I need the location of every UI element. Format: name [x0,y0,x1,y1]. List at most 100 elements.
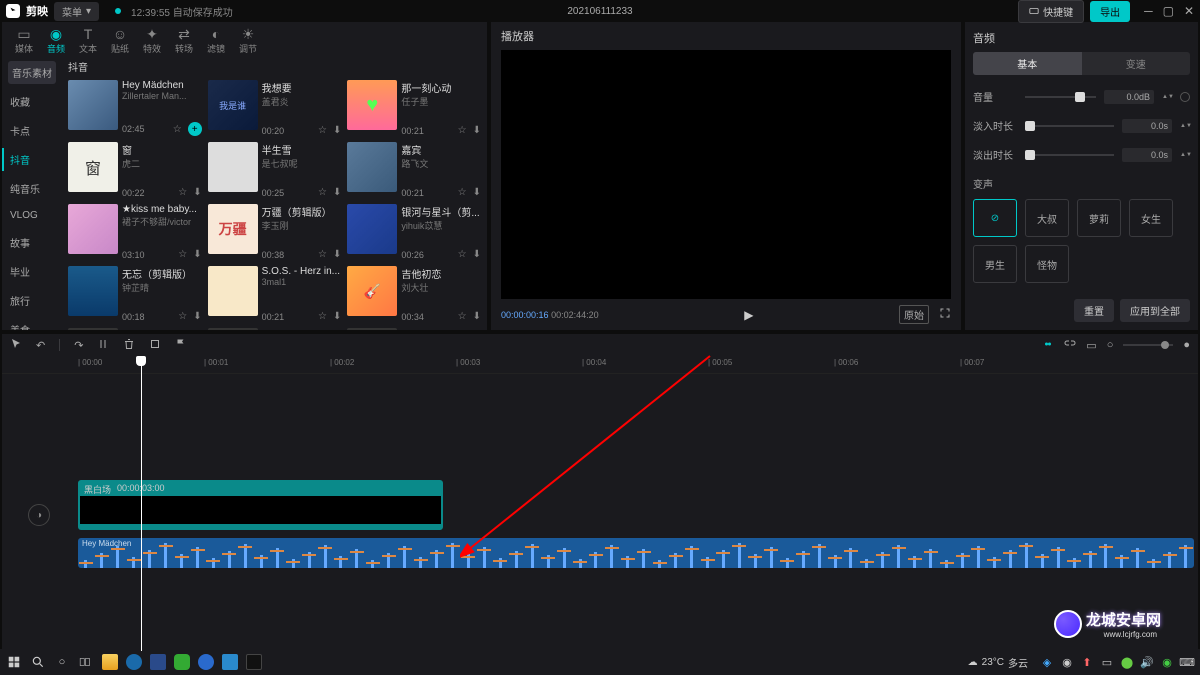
ratio-button[interactable]: 原始 [899,305,929,324]
favorite-icon[interactable]: ☆ [458,125,467,136]
favorite-icon[interactable]: ☆ [178,187,187,198]
fadeout-stepper[interactable]: ▲▼ [1180,152,1190,158]
delete-icon[interactable] [123,338,135,353]
zoom-in-icon[interactable]: ● [1183,339,1190,351]
media-category-8[interactable]: 旅行 [2,289,62,312]
app3-icon[interactable] [198,654,214,670]
explorer-icon[interactable] [102,654,118,670]
media-thumb[interactable] [347,204,397,254]
voice-option-2[interactable]: 萝莉 [1077,199,1121,237]
fadeout-slider[interactable] [1025,154,1114,156]
media-category-5[interactable]: VLOG [2,206,62,225]
close-button[interactable]: ✕ [1184,4,1194,18]
favorite-icon[interactable]: ☆ [178,311,187,322]
media-item[interactable]: 无忘（剪辑版） 钟芷晴 00:18 ☆ ⬇ [68,266,202,322]
taskview-icon[interactable] [78,654,94,670]
add-to-timeline-button[interactable]: + [188,122,202,136]
favorite-icon[interactable]: ☆ [178,249,187,260]
download-icon[interactable]: ⬇ [333,249,341,260]
favorite-icon[interactable]: ☆ [318,125,327,136]
volume-reset-icon[interactable] [1180,92,1190,102]
jianying-icon[interactable] [246,654,262,670]
media-item[interactable]: 我是谁 我想要 盖君炎 00:20 ☆ ⬇ [208,80,342,136]
media-thumb[interactable] [68,80,118,130]
tray-camera-icon[interactable]: ▭ [1100,655,1114,669]
media-item[interactable]: 🎸 吉他初恋 刘大壮 00:34 ☆ ⬇ [347,266,481,322]
media-item[interactable]: ★kiss me baby... 裙子不够甜/victor 03:10 ☆ ⬇ [68,204,202,260]
media-category-9[interactable]: 美食 [2,318,62,330]
media-item[interactable]: 春夏秋冬夏 [208,328,342,330]
download-icon[interactable]: ⬇ [333,187,341,198]
audio-clip[interactable]: Hey Mädchen [78,538,1194,568]
tray-power-icon[interactable]: ◉ [1060,655,1074,669]
volume-slider[interactable] [1025,96,1096,98]
media-item[interactable]: Hey Mädchen Zillertaler Man... 02:45 ☆ + [68,80,202,136]
media-category-0[interactable]: 音乐素材 [8,61,56,84]
media-category-3[interactable]: 抖音 [2,148,62,171]
favorite-icon[interactable]: ☆ [318,187,327,198]
media-thumb[interactable] [208,142,258,192]
media-category-6[interactable]: 故事 [2,231,62,254]
pointer-tool-icon[interactable] [10,338,22,353]
media-tab-4[interactable]: ✦特效 [136,26,168,55]
tray-gpu-icon[interactable]: ⬤ [1120,655,1134,669]
search-icon[interactable] [30,654,46,670]
media-thumb[interactable] [68,204,118,254]
media-item[interactable]: 那一刻心动 任子墨 00:21 ☆ ⬇ [347,80,481,136]
media-thumb[interactable] [208,328,258,330]
media-thumb[interactable] [68,328,118,330]
app4-icon[interactable] [222,654,238,670]
media-tab-6[interactable]: ◐滤镜 [200,26,232,55]
media-tab-5[interactable]: ⇄转场 [168,26,200,55]
props-apply-all-button[interactable]: 应用到全部 [1120,299,1190,322]
fadein-value[interactable]: 0.0s [1122,119,1172,133]
favorite-icon[interactable]: ☆ [318,249,327,260]
media-thumb[interactable]: 我是谁 [208,80,258,130]
volume-value[interactable]: 0.0dB [1104,90,1154,104]
download-icon[interactable]: ⬇ [333,311,341,322]
preview-icon[interactable]: ▭ [1086,339,1096,352]
menu-dropdown[interactable]: 菜单 ▾ [54,2,99,21]
media-thumb[interactable] [208,266,258,316]
media-tab-7[interactable]: ☀调节 [232,26,264,55]
props-tab-basic[interactable]: 基本 [973,52,1082,75]
timeline-ruler[interactable]: | 00:00| 00:01| 00:02| 00:03| 00:04| 00:… [2,356,1198,374]
download-icon[interactable]: ⬇ [473,311,481,322]
media-item[interactable]: 嘉宾 路飞文 00:21 ☆ ⬇ [347,142,481,198]
favorite-icon[interactable]: ☆ [458,249,467,260]
media-item[interactable]: 半生雪 是七叔呢 00:25 ☆ ⬇ [208,142,342,198]
voice-option-3[interactable]: 女生 [1129,199,1173,237]
media-thumb[interactable] [347,142,397,192]
media-thumb[interactable]: 万疆 [208,204,258,254]
download-icon[interactable]: ⬇ [473,125,481,136]
media-item[interactable]: 万疆 万疆（剪辑版） 李玉刚 00:38 ☆ ⬇ [208,204,342,260]
tray-wechat-icon[interactable]: ◉ [1160,655,1174,669]
tray-security-icon[interactable]: ◈ [1040,655,1054,669]
download-icon[interactable]: ⬇ [193,187,201,198]
media-category-7[interactable]: 毕业 [2,260,62,283]
export-button[interactable]: 导出 [1090,1,1130,22]
media-tab-0[interactable]: ▭媒体 [8,26,40,55]
media-category-4[interactable]: 纯音乐 [2,177,62,200]
zoom-slider[interactable] [1123,344,1173,346]
download-icon[interactable]: ⬇ [473,187,481,198]
voice-option-5[interactable]: 怪物 [1025,245,1069,283]
favorite-icon[interactable]: ☆ [173,124,182,135]
media-item[interactable]: 你的眼睛像星星 [347,328,481,330]
media-item[interactable]: 窗 窗 虎二 00:22 ☆ ⬇ [68,142,202,198]
tray-input-icon[interactable]: ⌨ [1180,655,1194,669]
media-item[interactable]: 银河与星斗（剪... yihuik苡慧 00:26 ☆ ⬇ [347,204,481,260]
flag-icon[interactable] [175,338,187,353]
favorite-icon[interactable]: ☆ [458,311,467,322]
app1-icon[interactable] [126,654,142,670]
crop-icon[interactable] [149,338,161,353]
tray-usb-icon[interactable]: ⬆ [1080,655,1094,669]
media-thumb[interactable] [68,266,118,316]
voice-option-4[interactable]: 男生 [973,245,1017,283]
minimize-button[interactable]: ─ [1144,4,1153,18]
download-icon[interactable]: ⬇ [193,249,201,260]
download-icon[interactable]: ⬇ [193,311,201,322]
fullscreen-button[interactable] [939,307,951,322]
undo-icon[interactable]: ↶ [36,339,45,352]
media-item[interactable]: S.O.S. - Herz in... 3mal1 00:21 ☆ ⬇ [208,266,342,322]
